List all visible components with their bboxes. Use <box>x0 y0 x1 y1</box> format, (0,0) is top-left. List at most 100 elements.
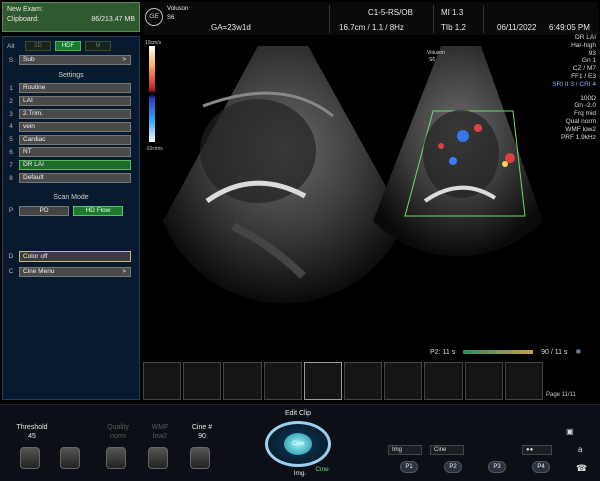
thumbnail[interactable] <box>384 362 423 400</box>
header-divider <box>483 5 484 33</box>
p3-button[interactable]: P3 <box>488 461 506 473</box>
img-button[interactable]: Img <box>388 445 422 455</box>
unlabeled-knob[interactable] <box>60 447 80 469</box>
model-label: S6 <box>167 15 175 21</box>
cine-progress[interactable] <box>463 350 534 355</box>
letter-a-button[interactable]: a <box>578 445 582 454</box>
threshold-label: Threshold 45 <box>12 423 52 441</box>
cine-number-value: 90 <box>198 433 206 440</box>
setting-key: 8 <box>9 174 13 182</box>
setting-2trim[interactable]: 2.Trim. <box>19 109 131 120</box>
wmf-label: WMF low2 <box>140 423 180 441</box>
setting-lai[interactable]: LAI <box>19 96 131 107</box>
doppler-flow-red <box>474 124 482 132</box>
param-line: Gn 1 <box>581 57 596 65</box>
wmf-knob[interactable] <box>148 447 168 469</box>
thumbnail[interactable] <box>504 362 544 400</box>
doppler-flow-red <box>438 143 444 149</box>
quality-knob[interactable] <box>106 447 126 469</box>
setting-key: 3 <box>9 110 13 118</box>
threshold-label-text: Threshold <box>16 424 48 431</box>
trackball-dial[interactable]: Cine <box>265 421 331 467</box>
cine-button[interactable]: Cine <box>430 445 464 455</box>
p2-button[interactable]: P2 <box>444 461 462 473</box>
thumbnail[interactable] <box>344 362 383 400</box>
mode-hdf-button[interactable]: HDF <box>55 41 81 51</box>
mode-m-button[interactable]: M <box>85 41 111 51</box>
setting-dr-lai[interactable]: DR LAI <box>19 160 131 171</box>
mode-2d-button[interactable]: 2D <box>25 41 51 51</box>
page-label: Page 11/11 <box>546 392 576 398</box>
param-line: 93 <box>588 49 596 57</box>
param-line: Gn -2.0 <box>574 102 596 110</box>
param-line: Qual norm <box>565 117 596 125</box>
tib-label: TIb 1.2 <box>441 23 466 32</box>
brand-label: Voluson <box>167 6 189 12</box>
p2-label: P2: <box>430 349 441 356</box>
thumbnail[interactable] <box>424 362 463 400</box>
cine-key: C <box>8 268 14 276</box>
wmf-value: low2 <box>152 433 168 440</box>
settings-panel: Alt 2D HDF M S Sub > Settings 1 Routine 2… <box>2 36 140 400</box>
monitor-icon[interactable]: ▣ <box>566 427 574 436</box>
snowflake-icon[interactable]: ❄ <box>575 349 581 356</box>
color-off-button[interactable]: Color off <box>19 250 131 262</box>
cine-menu-button[interactable]: Cine Menu > <box>19 266 131 277</box>
p1-button[interactable]: P1 <box>400 461 418 473</box>
status-box: New Exam: Clipboard: 86/213.47 MB <box>2 2 140 32</box>
sub-button[interactable]: Sub > <box>19 55 131 66</box>
cine-number-label-text: Cine # <box>191 424 213 431</box>
scale-bottom-label: -10cm/s <box>145 146 163 152</box>
threshold-knob[interactable] <box>20 447 40 469</box>
cine-start-label: 11 s <box>442 349 456 356</box>
alt-label: Alt <box>7 42 15 50</box>
mini-model-label: S6 <box>429 57 435 63</box>
setting-key: 7 <box>9 161 13 169</box>
header-bar: GE Voluson S6 C1-5-RS/OB MI 1.3 GA=23w1d… <box>143 2 598 35</box>
setting-default[interactable]: Default <box>19 173 131 184</box>
toggle-button[interactable]: ●● <box>522 445 552 455</box>
cine-knob[interactable] <box>190 447 210 469</box>
phone-icon[interactable]: ☎ <box>576 463 587 474</box>
setting-key: 5 <box>9 136 13 144</box>
param-line: WMF low2 <box>565 125 596 133</box>
fetal-head-right <box>423 110 499 198</box>
quality-label-text: Quality <box>107 424 129 431</box>
thumbnail[interactable] <box>143 362 182 400</box>
p4-button[interactable]: P4 <box>532 461 550 473</box>
setting-key: 2 <box>9 97 13 105</box>
scan-key: P <box>8 207 14 215</box>
edit-clip-label: Edit Clip <box>284 410 312 417</box>
thumbnail[interactable] <box>223 362 262 400</box>
sub-key: S <box>8 56 14 64</box>
setting-routine[interactable]: Routine <box>19 83 131 94</box>
velocity-scale <box>149 46 155 142</box>
chevron-right-icon: > <box>122 267 126 275</box>
setting-cardiac[interactable]: Cardiac <box>19 134 131 145</box>
param-line: Frq mid <box>573 110 596 118</box>
time-label: 6:49:05 PM <box>549 23 590 32</box>
sri-cri-line: SRI II 3 / CRI 4 <box>552 80 596 88</box>
ga-label: GA=23w1d <box>211 23 251 32</box>
parameter-readout: DR LAI Har-high 93 Gn 1 CZ / M7 FF1 / E3… <box>536 34 596 141</box>
thumbnail[interactable] <box>183 362 222 400</box>
mini-brand-label: Voluson <box>427 50 445 56</box>
thumbnail[interactable] <box>303 362 343 400</box>
scan-hdflow-button[interactable]: HD Flow <box>73 205 123 216</box>
threshold-value: 45 <box>28 433 36 440</box>
param-line: PRF 1.9kHz <box>560 133 596 141</box>
cine-bar[interactable]: P2: 11 s 90 / 11 s ❄ <box>430 348 581 356</box>
cine-menu-label: Cine Menu <box>23 267 55 275</box>
param-line: DR LAI <box>575 34 596 41</box>
setting-nt[interactable]: NT <box>19 147 131 158</box>
thumbnail[interactable] <box>263 362 302 400</box>
thumbnail[interactable] <box>464 362 503 400</box>
probe-label: C1-5-RS/OB <box>368 8 413 17</box>
ultrasound-image-area[interactable]: 10cm/s -10cm/s Voluson S6 <box>143 36 543 346</box>
img-label: Img. <box>293 470 307 477</box>
scan-pd-button[interactable]: PD <box>19 205 69 216</box>
ge-logo-icon: GE <box>145 8 163 26</box>
setting-vein[interactable]: vein <box>19 121 131 132</box>
setting-key: 1 <box>9 84 13 92</box>
quality-value: norm <box>110 433 126 440</box>
